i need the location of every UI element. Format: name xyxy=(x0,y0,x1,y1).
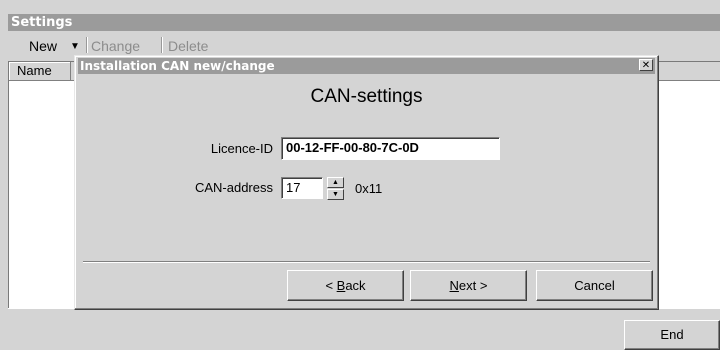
next-rest: ext > xyxy=(458,278,488,293)
can-address-spinner: ▲ ▼ xyxy=(327,177,344,200)
toolbar-separator xyxy=(86,37,88,53)
end-button[interactable]: End xyxy=(624,320,720,350)
bottom-bar: End xyxy=(8,308,720,350)
dialog-title-text: Installation CAN new/change xyxy=(80,59,275,73)
dialog-separator xyxy=(83,261,650,263)
licence-id-field[interactable]: 00-12-FF-00-80-7C-0D xyxy=(281,137,500,160)
chevron-up-icon[interactable]: ▲ xyxy=(327,177,344,188)
new-dropdown-icon[interactable]: ▼ xyxy=(70,39,80,55)
back-prefix: < xyxy=(325,278,337,293)
close-icon[interactable]: ✕ xyxy=(639,59,653,71)
settings-toolbar: New ▼ Change Delete xyxy=(8,33,720,57)
dialog-title: Installation CAN new/change ✕ xyxy=(78,58,655,74)
next-button[interactable]: Next > xyxy=(410,270,527,301)
can-settings-dialog: Installation CAN new/change ✕ CAN-settin… xyxy=(74,55,659,310)
change-button[interactable]: Change xyxy=(91,38,140,54)
chevron-down-icon[interactable]: ▼ xyxy=(327,189,344,200)
back-rest: ack xyxy=(345,278,366,293)
delete-button[interactable]: Delete xyxy=(168,38,208,54)
new-button[interactable]: New xyxy=(29,38,57,54)
toolbar-separator xyxy=(161,37,163,53)
licence-id-label: Licence-ID xyxy=(210,141,273,156)
settings-window-title: Settings xyxy=(8,14,720,31)
dialog-heading: CAN-settings xyxy=(310,86,423,107)
back-button[interactable]: < Back xyxy=(287,270,404,301)
can-address-field[interactable]: 17 xyxy=(281,177,323,199)
column-header-name[interactable]: Name xyxy=(9,62,71,80)
next-mnemonic: N xyxy=(449,278,459,293)
cancel-button[interactable]: Cancel xyxy=(536,270,653,301)
can-address-label: CAN-address xyxy=(194,180,273,195)
can-address-hex: 0x11 xyxy=(355,181,383,196)
